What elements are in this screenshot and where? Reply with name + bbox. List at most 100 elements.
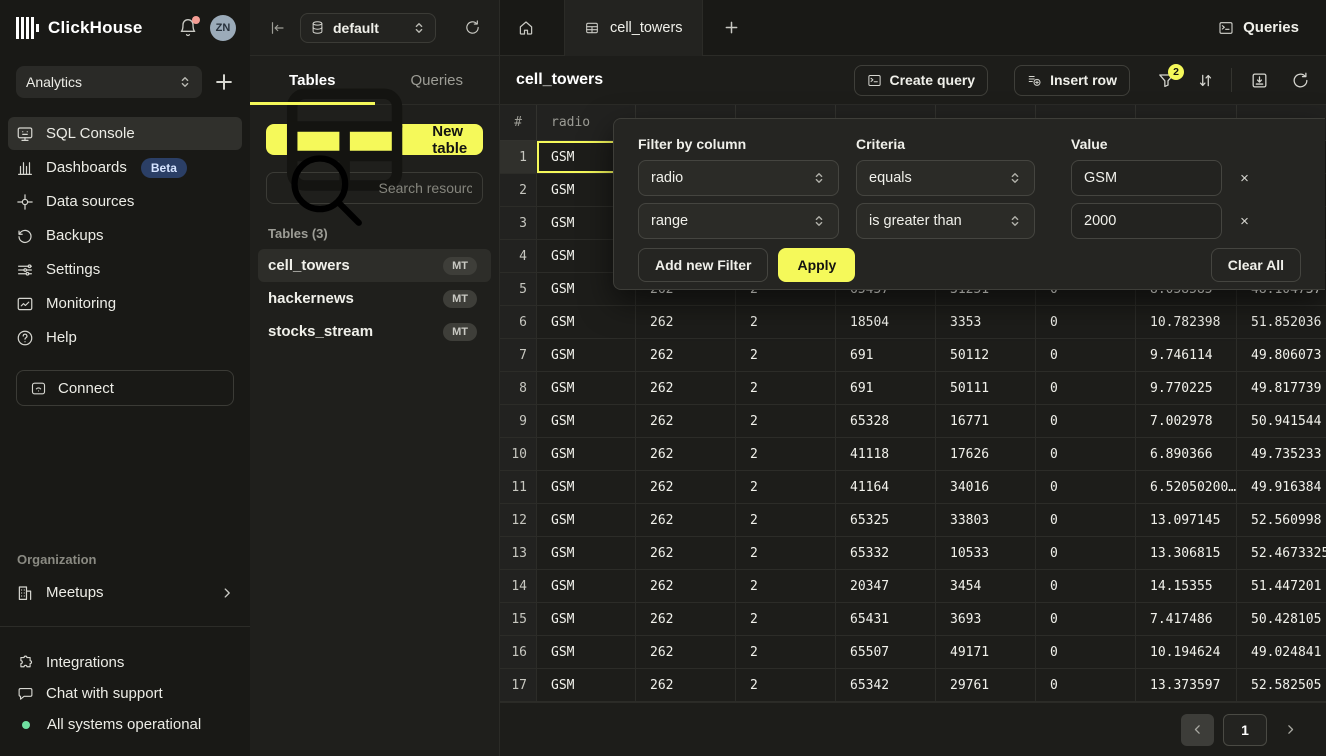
table-cell[interactable]: 51.852036 <box>1237 306 1326 338</box>
table-cell[interactable]: GSM <box>537 537 636 569</box>
table-cell[interactable]: 3454 <box>936 570 1036 602</box>
row-number[interactable]: 10 <box>500 438 537 470</box>
table-cell[interactable]: 2 <box>736 636 836 668</box>
sidebar-item-chat-support[interactable]: Chat with support <box>0 678 250 709</box>
table-cell[interactable]: 49.817739 <box>1237 372 1326 404</box>
connect-button[interactable]: Connect <box>16 370 234 406</box>
table-list-item-cell-towers[interactable]: cell_towers MT <box>258 249 491 282</box>
table-cell[interactable]: 52.560998 <box>1237 504 1326 536</box>
filter-icon[interactable]: 2 <box>1157 71 1176 90</box>
table-cell[interactable]: 262 <box>636 504 736 536</box>
tab-cell-towers[interactable]: cell_towers <box>564 0 703 56</box>
sidebar-item-integrations[interactable]: Integrations <box>0 647 250 678</box>
download-icon[interactable] <box>1250 71 1269 90</box>
sidebar-item-data-sources[interactable]: Data sources <box>8 185 242 218</box>
table-cell[interactable]: 34016 <box>936 471 1036 503</box>
table-cell[interactable]: 65325 <box>836 504 936 536</box>
table-cell[interactable]: 50.428105 <box>1237 603 1326 635</box>
table-cell[interactable]: 262 <box>636 570 736 602</box>
table-cell[interactable]: 0 <box>1036 405 1136 437</box>
row-number[interactable]: 1 <box>500 141 537 173</box>
next-page-button[interactable] <box>1276 714 1304 746</box>
row-number[interactable]: 3 <box>500 207 537 239</box>
row-number[interactable]: 16 <box>500 636 537 668</box>
table-cell[interactable]: 29761 <box>936 669 1036 701</box>
table-cell[interactable]: 2 <box>736 372 836 404</box>
add-service-button[interactable] <box>214 72 234 92</box>
table-cell[interactable]: GSM <box>537 339 636 371</box>
row-number[interactable]: 7 <box>500 339 537 371</box>
tab-tables[interactable]: Tables <box>250 56 375 104</box>
table-cell[interactable]: 13.306815 <box>1136 537 1237 569</box>
table-cell[interactable]: 9.770225 <box>1136 372 1237 404</box>
column-header[interactable]: # <box>500 105 537 140</box>
table-cell[interactable]: 49.735233 <box>1237 438 1326 470</box>
sidebar-item-backups[interactable]: Backups <box>8 219 242 252</box>
table-list-item-hackernews[interactable]: hackernews MT <box>258 282 491 315</box>
table-cell[interactable]: 262 <box>636 636 736 668</box>
table-cell[interactable]: GSM <box>537 471 636 503</box>
table-cell[interactable]: 17626 <box>936 438 1036 470</box>
table-cell[interactable]: 50111 <box>936 372 1036 404</box>
table-cell[interactable]: 262 <box>636 471 736 503</box>
new-tab-button[interactable] <box>724 20 739 35</box>
table-cell[interactable]: GSM <box>537 372 636 404</box>
table-cell[interactable]: 3693 <box>936 603 1036 635</box>
table-cell[interactable]: GSM <box>537 405 636 437</box>
table-cell[interactable]: 14.15355 <box>1136 570 1237 602</box>
table-cell[interactable]: 52.582505 <box>1237 669 1326 701</box>
insert-row-button[interactable]: Insert row <box>1014 65 1130 96</box>
table-cell[interactable]: 10.782398 <box>1136 306 1237 338</box>
table-cell[interactable]: 691 <box>836 372 936 404</box>
table-cell[interactable]: 2 <box>736 405 836 437</box>
table-cell[interactable]: 2 <box>736 603 836 635</box>
remove-filter-icon[interactable]: × <box>1222 203 1267 239</box>
table-cell[interactable]: 3353 <box>936 306 1036 338</box>
table-cell[interactable]: 0 <box>1036 471 1136 503</box>
table-cell[interactable]: 0 <box>1036 339 1136 371</box>
create-query-button[interactable]: Create query <box>854 65 989 96</box>
current-page-indicator[interactable]: 1 <box>1223 714 1267 746</box>
table-cell[interactable]: 262 <box>636 438 736 470</box>
table-cell[interactable]: GSM <box>537 603 636 635</box>
table-cell[interactable]: 262 <box>636 537 736 569</box>
table-cell[interactable]: 52.4673325 <box>1237 537 1326 569</box>
table-cell[interactable]: 65342 <box>836 669 936 701</box>
table-cell[interactable]: 50.941544 <box>1237 405 1326 437</box>
user-avatar[interactable]: ZN <box>210 15 236 41</box>
table-cell[interactable]: 13.097145 <box>1136 504 1237 536</box>
add-new-filter-button[interactable]: Add new Filter <box>638 248 768 282</box>
filter-column-select[interactable]: radio <box>638 160 839 196</box>
refresh-resources-icon[interactable] <box>464 19 481 36</box>
table-cell[interactable]: 65332 <box>836 537 936 569</box>
table-cell[interactable]: 6.890366 <box>1136 438 1237 470</box>
table-cell[interactable]: 7.417486 <box>1136 603 1237 635</box>
row-number[interactable]: 9 <box>500 405 537 437</box>
row-number[interactable]: 11 <box>500 471 537 503</box>
table-cell[interactable]: GSM <box>537 504 636 536</box>
table-cell[interactable]: 10.194624 <box>1136 636 1237 668</box>
table-cell[interactable]: 262 <box>636 372 736 404</box>
filter-value-input[interactable] <box>1084 170 1209 186</box>
table-cell[interactable]: 16771 <box>936 405 1036 437</box>
row-number[interactable]: 15 <box>500 603 537 635</box>
workspace-selector[interactable]: Analytics <box>16 66 202 98</box>
table-cell[interactable]: 2 <box>736 504 836 536</box>
table-cell[interactable]: 49.806073 <box>1237 339 1326 371</box>
clear-all-filters-button[interactable]: Clear All <box>1211 248 1301 282</box>
table-cell[interactable]: 2 <box>736 570 836 602</box>
table-cell[interactable]: 0 <box>1036 603 1136 635</box>
table-cell[interactable]: 262 <box>636 405 736 437</box>
table-cell[interactable]: GSM <box>537 438 636 470</box>
notifications-bell-icon[interactable] <box>178 18 198 38</box>
filter-criteria-select[interactable]: is greater than <box>856 203 1035 239</box>
table-list-item-stocks-stream[interactable]: stocks_stream MT <box>258 315 491 348</box>
table-cell[interactable]: 6.52050200… <box>1136 471 1237 503</box>
table-cell[interactable]: 41164 <box>836 471 936 503</box>
table-cell[interactable]: 65507 <box>836 636 936 668</box>
table-cell[interactable]: 10533 <box>936 537 1036 569</box>
row-number[interactable]: 5 <box>500 273 537 305</box>
sidebar-item-sql-console[interactable]: SQL Console <box>8 117 242 150</box>
sidebar-item-meetups[interactable]: Meetups <box>8 576 242 609</box>
row-number[interactable]: 8 <box>500 372 537 404</box>
